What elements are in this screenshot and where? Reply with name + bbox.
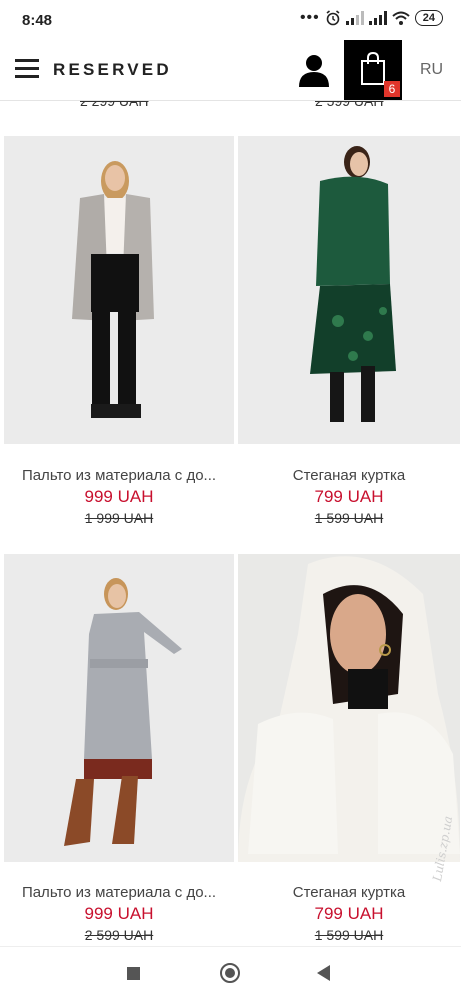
product-old-price: 1 599 UAH	[314, 927, 384, 943]
product-image[interactable]	[238, 136, 460, 444]
cart-button[interactable]: 6	[344, 40, 402, 100]
system-navigation-bar	[0, 946, 461, 1001]
brand-logo[interactable]: RESERVED	[53, 60, 172, 80]
cart-count-badge: 6	[384, 81, 400, 97]
woman-grey-belted-coat-photo	[4, 554, 234, 862]
product-old-price: 2 599 UAH	[84, 927, 154, 943]
status-bar: 8:48 ••• 24	[0, 0, 461, 40]
status-icons: ••• 24	[300, 10, 443, 26]
recent-apps-icon[interactable]	[127, 967, 140, 980]
product-price: 999 UAH	[84, 487, 154, 506]
product-image[interactable]	[4, 136, 234, 444]
signal-icon-2	[368, 11, 387, 25]
product-price: 799 UAH	[314, 487, 384, 506]
product-old-price: 1 599 UAH	[314, 510, 384, 526]
menu-icon[interactable]	[15, 59, 39, 79]
product-image[interactable]	[4, 554, 234, 862]
alarm-icon	[326, 10, 340, 26]
product-old-price: 1 999 UAH	[84, 510, 154, 526]
product-price: 799 UAH	[314, 904, 384, 923]
woman-grey-coat-photo	[4, 136, 234, 444]
app-header: RESERVED 6 RU	[0, 40, 461, 101]
language-switch[interactable]: RU	[420, 61, 443, 79]
product-image[interactable]	[238, 554, 460, 862]
home-icon[interactable]	[220, 963, 240, 983]
back-icon[interactable]	[317, 965, 330, 981]
account-icon[interactable]	[296, 52, 332, 88]
woman-green-puffer-jacket-photo	[238, 136, 460, 444]
wifi-icon	[392, 11, 410, 25]
product-name[interactable]: Стеганая куртка	[238, 884, 460, 901]
shopping-bag-icon	[361, 52, 385, 85]
product-name[interactable]: Пальто из материала с до...	[4, 884, 234, 901]
product-price: 999 UAH	[84, 904, 154, 923]
product-name[interactable]: Пальто из материала с до...	[4, 467, 234, 484]
signal-icon	[345, 11, 364, 25]
woman-white-puffer-jacket-photo	[238, 554, 460, 862]
more-dots-icon: •••	[299, 9, 320, 26]
battery-indicator: 24	[414, 10, 443, 26]
status-time: 8:48	[22, 12, 53, 29]
product-name[interactable]: Стеганая куртка	[238, 467, 460, 484]
